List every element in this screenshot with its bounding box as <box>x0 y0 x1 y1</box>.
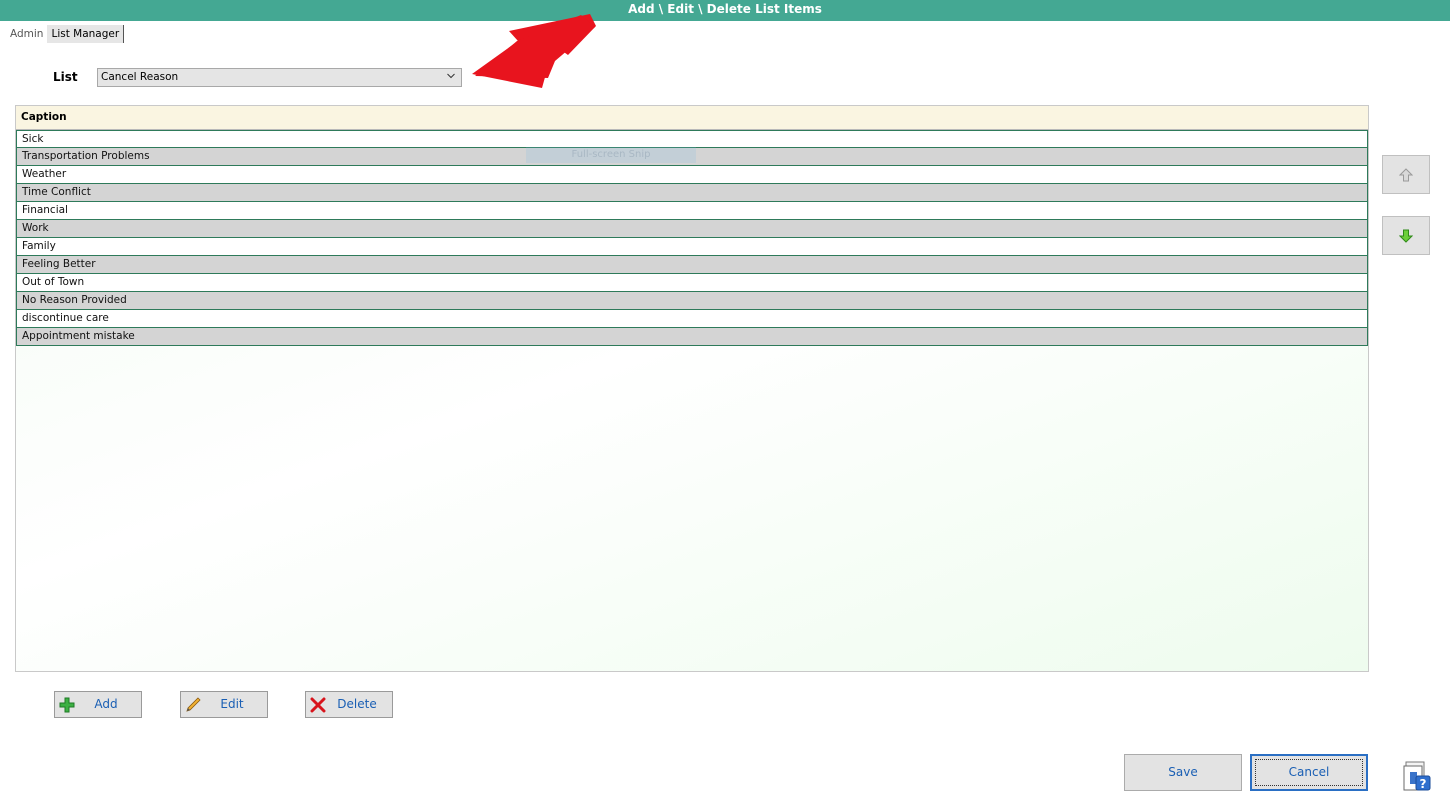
table-row[interactable]: Sick <box>16 130 1368 148</box>
table-row[interactable]: Work <box>16 220 1368 238</box>
table-row[interactable]: Time Conflict <box>16 184 1368 202</box>
delete-button-label: Delete <box>337 697 377 711</box>
table-row[interactable]: Out of Town <box>16 274 1368 292</box>
cancel-button[interactable]: Cancel <box>1250 754 1368 791</box>
add-button-label: Add <box>94 697 118 711</box>
breadcrumb: Admin List Manager <box>6 25 125 43</box>
move-up-button[interactable] <box>1382 155 1430 194</box>
column-header-caption[interactable]: Caption <box>16 106 1368 130</box>
edit-button-label: Edit <box>220 697 244 711</box>
list-items-grid: Caption Sick Transportation Problems Wea… <box>15 105 1369 672</box>
window-title: Add \ Edit \ Delete List Items <box>0 0 1450 21</box>
edit-button[interactable]: Edit <box>180 691 268 718</box>
table-row[interactable]: Financial <box>16 202 1368 220</box>
move-down-button[interactable] <box>1382 216 1430 255</box>
breadcrumb-admin[interactable]: Admin <box>6 25 47 43</box>
list-dropdown-value: Cancel Reason <box>101 71 179 83</box>
table-row[interactable]: Weather <box>16 166 1368 184</box>
save-button[interactable]: Save <box>1124 754 1242 791</box>
delete-button[interactable]: Delete <box>305 691 393 718</box>
arrow-up-icon <box>1399 167 1413 181</box>
help-icon[interactable]: ? <box>1402 760 1432 792</box>
svg-text:?: ? <box>1420 777 1427 791</box>
arrow-down-icon <box>1399 229 1413 243</box>
table-row[interactable]: Family <box>16 238 1368 256</box>
add-button[interactable]: Add <box>54 691 142 718</box>
red-arrow-annotation <box>472 14 596 88</box>
table-row[interactable]: Feeling Better <box>16 256 1368 274</box>
table-row[interactable]: Appointment mistake <box>16 328 1368 346</box>
list-label: List <box>53 70 78 84</box>
chevron-down-icon <box>447 73 455 79</box>
list-dropdown[interactable]: Cancel Reason <box>97 68 462 87</box>
table-row[interactable]: discontinue care <box>16 310 1368 328</box>
table-row[interactable]: No Reason Provided <box>16 292 1368 310</box>
snip-overlay-label: Full-screen Snip <box>526 147 696 163</box>
breadcrumb-list-manager[interactable]: List Manager <box>47 25 125 43</box>
